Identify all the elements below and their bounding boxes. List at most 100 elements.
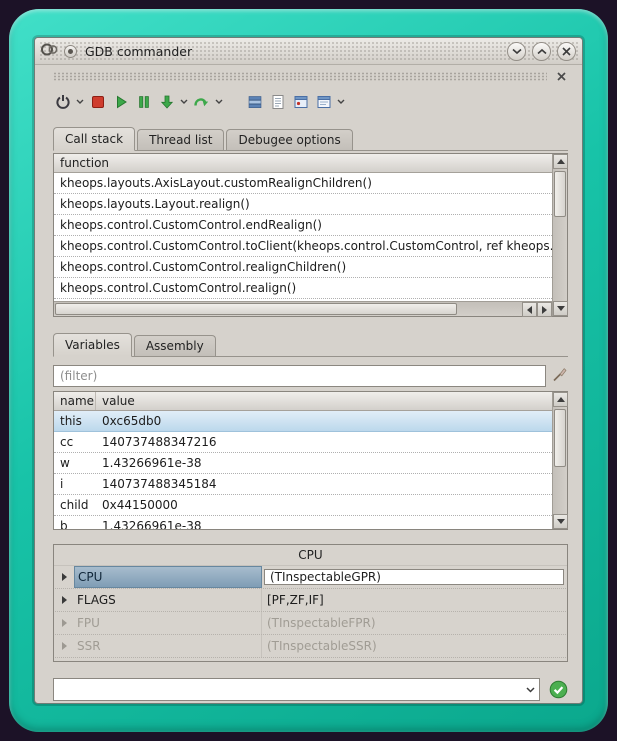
chevron-down-icon bbox=[512, 48, 522, 55]
variable-row[interactable]: cc 140737488347216 bbox=[54, 432, 552, 453]
variable-row[interactable]: this 0xc65db0 bbox=[54, 411, 552, 432]
step-over-button[interactable] bbox=[190, 90, 213, 114]
clear-filter-button[interactable] bbox=[551, 366, 568, 387]
tab-thread-list[interactable]: Thread list bbox=[137, 129, 224, 150]
debugger-toolbar bbox=[51, 87, 568, 117]
cpu-register-group[interactable]: SSR bbox=[74, 635, 262, 657]
variable-row[interactable]: b 1.43266961e-38 bbox=[54, 516, 552, 529]
power-dropdown-button[interactable] bbox=[74, 90, 86, 114]
triangle-left-icon bbox=[527, 306, 532, 314]
check-icon bbox=[549, 680, 568, 699]
scrollbar-thumb[interactable] bbox=[55, 303, 457, 315]
variable-value: 0x44150000 bbox=[96, 498, 552, 512]
variable-row[interactable]: i 140737488345184 bbox=[54, 474, 552, 495]
cpu-register-group[interactable]: CPU bbox=[74, 566, 262, 588]
cpu-register-value: [PF,ZF,IF] bbox=[262, 589, 566, 611]
pin-button[interactable] bbox=[64, 45, 77, 58]
triangle-up-icon bbox=[557, 397, 565, 402]
vertical-scrollbar[interactable] bbox=[552, 392, 567, 529]
cpu-register-group[interactable]: FPU bbox=[74, 612, 262, 634]
dock-grip-texture[interactable] bbox=[53, 72, 547, 81]
chevron-down-icon bbox=[215, 99, 223, 105]
variable-value: 140737488345184 bbox=[96, 477, 552, 491]
stop-button[interactable] bbox=[86, 90, 109, 114]
callstack-header: function bbox=[54, 154, 552, 173]
breakpoints-window-button[interactable] bbox=[289, 90, 312, 114]
cpu-row[interactable]: FPU (TInspectableFPR) bbox=[55, 612, 566, 635]
scroll-up-button[interactable] bbox=[553, 154, 568, 169]
step-into-dropdown-button[interactable] bbox=[178, 90, 190, 114]
cpu-inspector: CPU CPU (TInspectableGPR) FLAGS [PF,ZF,I… bbox=[53, 544, 568, 662]
scroll-right-button[interactable] bbox=[537, 302, 552, 317]
variable-row[interactable]: child 0x44150000 bbox=[54, 495, 552, 516]
scrollbar-track[interactable] bbox=[54, 302, 522, 316]
column-name[interactable]: name bbox=[54, 392, 96, 410]
tab-call-stack[interactable]: Call stack bbox=[53, 127, 135, 151]
combo-dropdown-button[interactable] bbox=[521, 679, 539, 700]
dock-close-button[interactable] bbox=[554, 69, 568, 83]
cpu-row[interactable]: SSR (TInspectableSSR) bbox=[55, 635, 566, 658]
send-command-button[interactable] bbox=[548, 680, 568, 700]
cpu-register-value: (TInspectableFPR) bbox=[262, 612, 566, 634]
command-combobox[interactable] bbox=[53, 678, 540, 701]
cpu-value-editor[interactable]: (TInspectableGPR) bbox=[264, 569, 564, 585]
tab-variables[interactable]: Variables bbox=[53, 333, 132, 357]
scrollbar-thumb[interactable] bbox=[554, 171, 566, 217]
chevron-down-icon bbox=[337, 99, 345, 105]
expand-button[interactable] bbox=[55, 589, 74, 611]
close-icon bbox=[562, 47, 571, 56]
filter-row bbox=[53, 365, 568, 387]
windows-menu-button[interactable] bbox=[312, 90, 335, 114]
callstack-row[interactable]: kheops.control.CustomControl.toClient(kh… bbox=[54, 236, 552, 257]
stack-icon bbox=[247, 94, 263, 110]
callstack-row[interactable]: kheops.control.CustomControl.realign() bbox=[54, 278, 552, 299]
step-into-button[interactable] bbox=[155, 90, 178, 114]
pause-button[interactable] bbox=[132, 90, 155, 114]
callstack-row[interactable]: kheops.control.CustomControl.realignChil… bbox=[54, 257, 552, 278]
scroll-left-button[interactable] bbox=[522, 302, 537, 317]
document-icon bbox=[270, 94, 286, 110]
scrollbar-track[interactable] bbox=[553, 169, 567, 301]
dock-handle[interactable] bbox=[53, 69, 568, 83]
scrollbar-thumb[interactable] bbox=[554, 409, 566, 467]
tab-assembly[interactable]: Assembly bbox=[134, 335, 216, 356]
callstack-row[interactable]: kheops.control.CustomControl.endRealign(… bbox=[54, 215, 552, 236]
scroll-down-button[interactable] bbox=[553, 301, 568, 316]
variable-row[interactable]: w 1.43266961e-38 bbox=[54, 453, 552, 474]
maximize-button[interactable] bbox=[532, 42, 551, 61]
tab-debugee-options[interactable]: Debugee options bbox=[226, 129, 352, 150]
step-over-dropdown-button[interactable] bbox=[213, 90, 225, 114]
variable-value: 1.43266961e-38 bbox=[96, 519, 552, 529]
scroll-down-button[interactable] bbox=[553, 514, 568, 529]
expand-button[interactable] bbox=[55, 635, 74, 657]
power-button[interactable] bbox=[51, 90, 74, 114]
chevron-down-icon bbox=[180, 99, 188, 105]
cpu-register-group[interactable]: FLAGS bbox=[74, 589, 262, 611]
expand-button[interactable] bbox=[55, 612, 74, 634]
column-value[interactable]: value bbox=[96, 392, 141, 410]
vertical-scrollbar[interactable] bbox=[552, 154, 567, 316]
variable-value: 0xc65db0 bbox=[96, 414, 552, 428]
column-function[interactable]: function bbox=[54, 154, 115, 172]
command-input[interactable] bbox=[54, 679, 521, 700]
scrollbar-track[interactable] bbox=[553, 407, 567, 514]
run-button[interactable] bbox=[109, 90, 132, 114]
triangle-right-icon bbox=[542, 306, 547, 314]
minimize-button[interactable] bbox=[507, 42, 526, 61]
scroll-up-button[interactable] bbox=[553, 392, 568, 407]
output-list-button[interactable] bbox=[266, 90, 289, 114]
expand-button[interactable] bbox=[55, 566, 74, 588]
close-window-button[interactable] bbox=[557, 42, 576, 61]
cpu-row[interactable]: CPU (TInspectableGPR) bbox=[55, 566, 566, 589]
triangle-right-icon bbox=[62, 573, 67, 581]
callstack-row[interactable]: kheops.layouts.AxisLayout.customRealignC… bbox=[54, 173, 552, 194]
callstack-row[interactable]: kheops.layouts.Layout.realign() bbox=[54, 194, 552, 215]
windows-menu-dropdown-button[interactable] bbox=[335, 90, 347, 114]
horizontal-scrollbar[interactable] bbox=[54, 301, 552, 316]
stack-list-button[interactable] bbox=[243, 90, 266, 114]
titlebar[interactable]: GDB commander bbox=[35, 38, 582, 65]
triangle-down-icon bbox=[557, 306, 565, 311]
variable-name: cc bbox=[54, 435, 96, 449]
cpu-row[interactable]: FLAGS [PF,ZF,IF] bbox=[55, 589, 566, 612]
filter-input[interactable] bbox=[53, 365, 546, 387]
